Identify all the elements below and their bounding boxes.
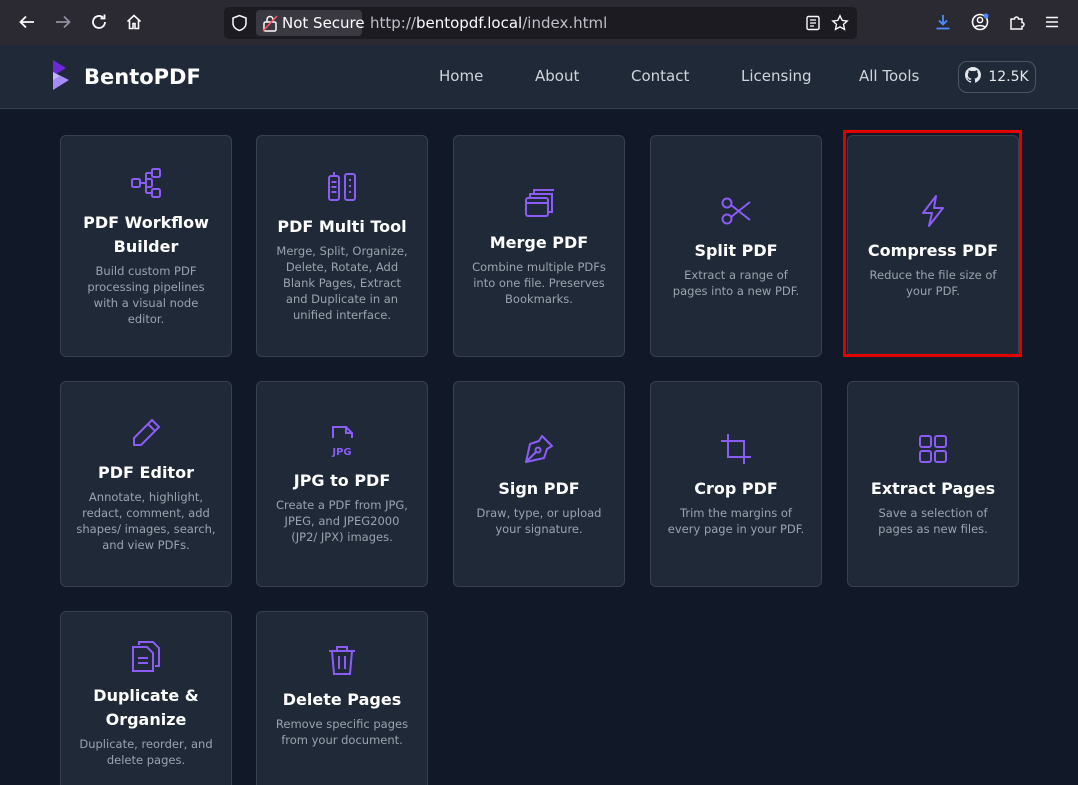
tool-card-merge-pdf[interactable]: Merge PDF Combine multiple PDFs into one…	[453, 135, 625, 357]
tool-title: Delete Pages	[282, 690, 402, 709]
url-scheme: http://	[370, 14, 416, 32]
tool-title: Extract Pages	[870, 479, 996, 498]
pen-nib-icon	[521, 431, 557, 467]
grid-icon	[915, 431, 951, 467]
tool-description: Combine multiple PDFs into one file. Pre…	[472, 260, 606, 306]
tool-title: JPG to PDF	[293, 471, 391, 490]
pencil-icon	[128, 415, 164, 451]
nav-all-tools[interactable]: All Tools	[859, 67, 919, 85]
lightning-icon	[915, 193, 951, 229]
tool-card-duplicate-organize[interactable]: Duplicate & Organize Duplicate, reorder,…	[60, 611, 232, 785]
downloads-icon[interactable]	[932, 11, 954, 33]
account-icon[interactable]	[969, 11, 991, 33]
tool-card-sign-pdf[interactable]: Sign PDF Draw, type, or upload your sign…	[453, 381, 625, 587]
tool-title: PDF Workflow Builder	[83, 213, 209, 256]
tool-card-pdf-editor[interactable]: PDF Editor Annotate, highlight, redact, …	[60, 381, 232, 587]
url-bar[interactable]: Not Secure http://bentopdf.local/index.h…	[224, 7, 857, 39]
tool-description: Duplicate, reorder, and delete pages.	[79, 737, 213, 767]
tool-description: Trim the margins of every page in your P…	[667, 506, 805, 536]
stack-icon	[521, 185, 557, 221]
tool-title: Merge PDF	[489, 233, 589, 252]
workflow-icon	[128, 165, 164, 201]
security-indicator[interactable]: Not Secure	[256, 10, 365, 36]
shield-icon[interactable]	[231, 14, 248, 36]
tool-description: Merge, Split, Organize, Delete, Rotate, …	[276, 244, 408, 322]
github-stars-count: 12.5K	[988, 69, 1029, 85]
tool-description: Build custom PDF processing pipelines wi…	[87, 264, 205, 326]
reload-icon[interactable]	[88, 11, 110, 33]
trash-icon	[324, 642, 360, 678]
tool-card-delete-pages[interactable]: Delete Pages Remove specific pages from …	[256, 611, 428, 785]
back-icon[interactable]	[16, 11, 38, 33]
jpg-file-icon: JPG	[324, 423, 360, 459]
nav-contact[interactable]: Contact	[631, 67, 689, 85]
tool-title: PDF Multi Tool	[277, 217, 407, 236]
tool-title: Crop PDF	[694, 479, 778, 498]
bookmark-star-icon[interactable]	[831, 14, 849, 36]
home-icon[interactable]	[123, 11, 145, 33]
tool-card-multi-tool[interactable]: PDF Multi Tool Merge, Split, Organize, D…	[256, 135, 428, 357]
tool-description: Annotate, highlight, redact, comment, ad…	[76, 490, 216, 552]
reader-mode-icon[interactable]	[805, 15, 821, 35]
nav-about[interactable]: About	[535, 67, 579, 85]
extensions-icon[interactable]	[1006, 11, 1028, 33]
tool-card-crop-pdf[interactable]: Crop PDF Trim the margins of every page …	[650, 381, 822, 587]
github-icon	[965, 67, 982, 87]
svg-text:JPG: JPG	[331, 447, 351, 458]
tool-description: Save a selection of pages as new files.	[878, 506, 988, 536]
browser-toolbar: Not Secure http://bentopdf.local/index.h…	[0, 0, 1078, 45]
tool-card-split-pdf[interactable]: Split PDF Extract a range of pages into …	[650, 135, 822, 357]
not-secure-label: Not Secure	[282, 14, 365, 32]
url-path: /index.html	[522, 14, 608, 32]
menu-icon[interactable]	[1041, 11, 1063, 33]
nav-licensing[interactable]: Licensing	[741, 67, 812, 85]
crop-icon	[718, 431, 754, 467]
tool-card-extract-pages[interactable]: Extract Pages Save a selection of pages …	[847, 381, 1019, 587]
tool-description: Draw, type, or upload your signature.	[476, 506, 602, 536]
bento-logo-icon	[52, 59, 70, 95]
github-stars-button[interactable]: 12.5K	[958, 61, 1036, 93]
tool-description: Reduce the file size of your PDF.	[869, 268, 997, 298]
brand-name: BentoPDF	[84, 65, 201, 89]
tool-card-workflow-builder[interactable]: PDF Workflow Builder Build custom PDF pr…	[60, 135, 232, 357]
nav-home[interactable]: Home	[439, 67, 483, 85]
tool-description: Extract a range of pages into a new PDF.	[672, 268, 800, 298]
tool-title: Duplicate & Organize	[93, 686, 199, 729]
copy-file-icon	[128, 638, 164, 674]
tool-description: Remove specific pages from your document…	[275, 717, 409, 747]
url-host: bentopdf.local	[415, 14, 523, 32]
tool-description: Create a PDF from JPG, JPEG, and JPEG200…	[276, 498, 408, 544]
tools-icon	[324, 169, 360, 205]
scissors-icon	[718, 193, 754, 229]
tool-title: PDF Editor	[98, 463, 194, 482]
site-header: BentoPDF Home About Contact Licensing Al…	[0, 45, 1078, 109]
tool-title: Compress PDF	[867, 241, 999, 260]
forward-icon[interactable]	[52, 11, 74, 33]
url-text[interactable]: http://bentopdf.local/index.html	[370, 14, 607, 32]
tool-title: Sign PDF	[498, 479, 580, 498]
tool-card-compress-pdf[interactable]: Compress PDF Reduce the file size of you…	[847, 135, 1019, 357]
brand[interactable]: BentoPDF	[52, 60, 201, 94]
tool-title: Split PDF	[694, 241, 778, 260]
tool-card-jpg-to-pdf[interactable]: JPG JPG to PDF Create a PDF from JPG, JP…	[256, 381, 428, 587]
insecure-lock-icon	[262, 14, 278, 36]
